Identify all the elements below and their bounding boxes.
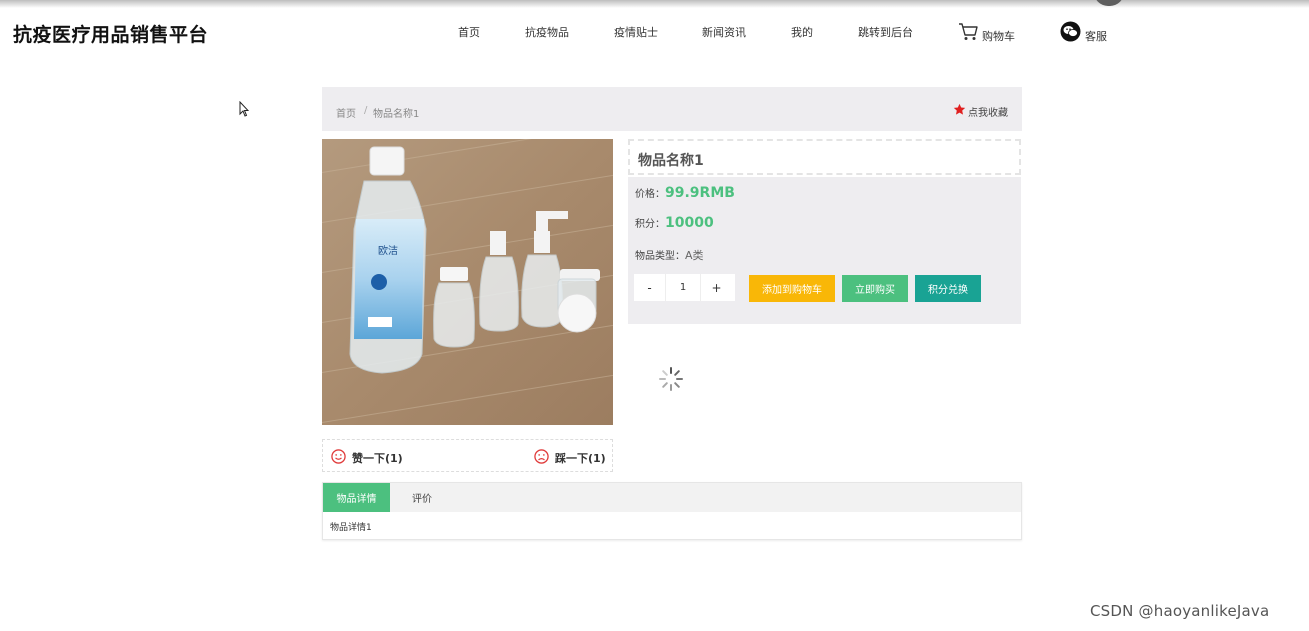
vote-box: 赞一下(1) 踩一下(1) — [322, 439, 613, 472]
breadcrumb-current: 物品名称1 — [373, 109, 420, 120]
points-label: 积分： — [635, 219, 665, 230]
tab-content: 物品详情1 — [330, 523, 372, 533]
star-icon — [953, 103, 966, 119]
price-value: 99.9RMB — [665, 185, 735, 201]
type-value: A类 — [685, 249, 704, 262]
type-row: 物品类型： A类 — [635, 247, 704, 263]
tab-reviews[interactable]: 评价 — [412, 483, 432, 512]
smile-icon — [331, 449, 346, 467]
cart-icon — [958, 22, 979, 44]
nav-item-home[interactable]: 首页 — [458, 24, 480, 40]
price-row: 价格： 99.9RMB — [635, 185, 735, 201]
redeem-points-button[interactable]: 积分兑换 — [915, 275, 981, 302]
nav-item-products[interactable]: 抗疫物品 — [525, 24, 569, 40]
favorite-button[interactable]: 点我收藏 — [953, 103, 1008, 119]
quantity-minus-button[interactable]: - — [634, 274, 665, 301]
site-brand[interactable]: 抗疫医疗用品销售平台 — [13, 20, 208, 47]
product-tabs: 物品详情 评价 物品详情1 — [322, 482, 1022, 540]
product-image: 欧洁 — [322, 139, 613, 425]
nav-item-tips[interactable]: 疫情贴士 — [614, 24, 658, 40]
like-button[interactable]: 赞一下(1) — [331, 449, 403, 467]
service-label: 客服 — [1085, 29, 1107, 43]
breadcrumb-separator: / — [364, 105, 368, 116]
add-to-cart-button[interactable]: 添加到购物车 — [749, 275, 835, 302]
tab-details[interactable]: 物品详情 — [323, 483, 390, 512]
quantity-stepper: - 1 + — [634, 274, 735, 301]
breadcrumb-home[interactable]: 首页 — [336, 105, 356, 120]
buy-now-button[interactable]: 立即购买 — [842, 275, 908, 302]
frown-icon — [534, 449, 549, 467]
loading-spinner-icon — [658, 366, 684, 392]
nav-item-mine[interactable]: 我的 — [791, 24, 813, 40]
wechat-icon — [1060, 21, 1082, 45]
favorite-label: 点我收藏 — [968, 107, 1008, 119]
csdn-watermark: CSDN @haoyanlikeJava — [1090, 602, 1270, 620]
like-label: 赞一下(1) — [352, 452, 403, 465]
product-info-panel: 价格： 99.9RMB 积分： 10000 物品类型： A类 - 1 + 添加到… — [628, 177, 1021, 324]
quantity-plus-button[interactable]: + — [701, 274, 732, 301]
breadcrumb: 首页 / 物品名称1 点我收藏 — [322, 87, 1022, 131]
mouse-cursor-icon — [239, 100, 250, 121]
nav-service[interactable]: 客服 — [1060, 21, 1107, 45]
points-value: 10000 — [665, 215, 714, 231]
nav-cart[interactable]: 购物车 — [958, 22, 1015, 44]
points-row: 积分： 10000 — [635, 215, 714, 231]
nav-item-admin[interactable]: 跳转到后台 — [858, 24, 913, 40]
dislike-button[interactable]: 踩一下(1) — [534, 449, 606, 467]
cart-label: 购物车 — [982, 30, 1015, 43]
svg-text:欧洁: 欧洁 — [378, 244, 398, 257]
nav-item-news[interactable]: 新闻资讯 — [702, 24, 746, 40]
quantity-input[interactable]: 1 — [665, 274, 701, 301]
product-title-box: 物品名称1 — [628, 139, 1021, 175]
tabs-header: 物品详情 评价 — [323, 483, 1021, 512]
price-label: 价格： — [635, 189, 665, 200]
type-label: 物品类型： — [635, 251, 685, 262]
dislike-label: 踩一下(1) — [555, 452, 606, 465]
product-title: 物品名称1 — [638, 153, 704, 169]
